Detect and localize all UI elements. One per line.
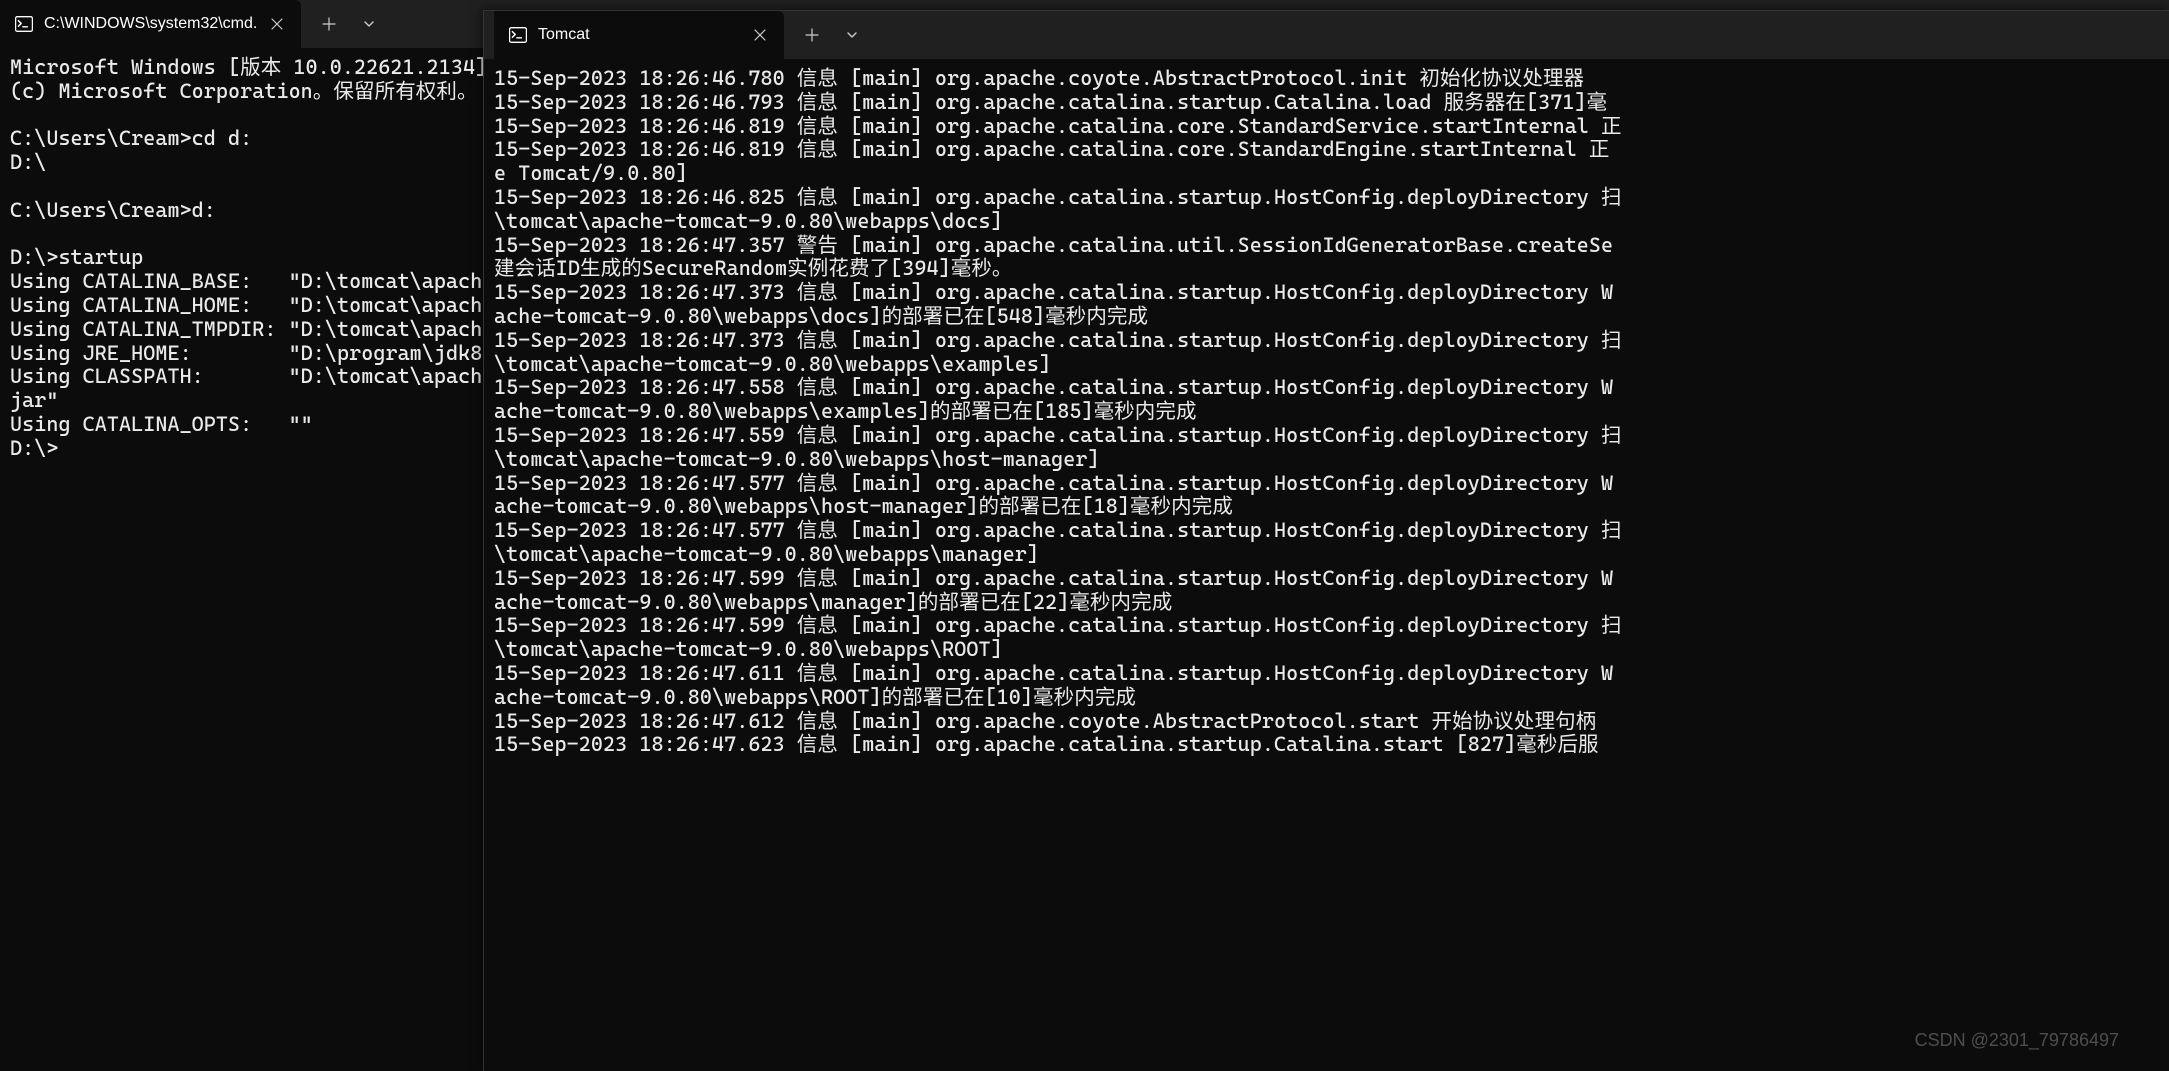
plus-icon: [322, 17, 336, 31]
tab-cmd-close[interactable]: [267, 14, 287, 34]
tab-cmd[interactable]: C:\WINDOWS\system32\cmd.: [0, 0, 301, 48]
close-icon: [271, 18, 283, 30]
tomcat-output[interactable]: 15-Sep-2023 18:26:46.780 信息 [main] org.a…: [484, 59, 2169, 765]
terminal-icon: [508, 25, 528, 45]
chevron-down-icon: [363, 18, 375, 30]
new-tab-button[interactable]: [309, 0, 349, 48]
terminal-icon: [14, 14, 34, 34]
tab-tomcat-close[interactable]: [750, 25, 770, 45]
tab-dropdown-button[interactable]: [832, 11, 872, 59]
new-tab-button[interactable]: [792, 11, 832, 59]
close-icon: [754, 29, 766, 41]
tab-cmd-title: C:\WINDOWS\system32\cmd.: [44, 15, 257, 33]
tab-tomcat[interactable]: Tomcat: [494, 11, 784, 59]
tomcat-titlebar-actions: [784, 11, 872, 59]
cmd-titlebar-actions: [301, 0, 389, 48]
tomcat-window: Tomcat 15-Sep-2023 18:26:46.780 信息 [main…: [483, 10, 2169, 1071]
chevron-down-icon: [846, 29, 858, 41]
tab-tomcat-title: Tomcat: [538, 26, 740, 44]
plus-icon: [805, 28, 819, 42]
tab-dropdown-button[interactable]: [349, 0, 389, 48]
tomcat-titlebar: Tomcat: [484, 11, 2169, 59]
watermark: CSDN @2301_79786497: [1915, 1030, 2119, 1051]
cmd-text: Microsoft Windows [版本 10.0.22621.2134] (…: [10, 55, 507, 460]
tomcat-text: 15-Sep-2023 18:26:46.780 信息 [main] org.a…: [494, 66, 1622, 756]
